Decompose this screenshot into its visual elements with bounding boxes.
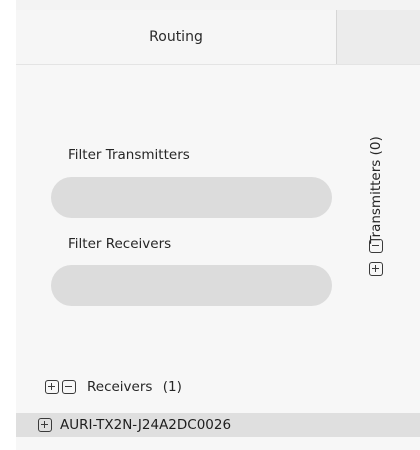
- receivers-label: Receivers: [87, 379, 153, 395]
- tab-bar: Routing: [16, 10, 420, 65]
- tab-routing-label: Routing: [149, 29, 203, 45]
- transmitters-collapse-icon[interactable]: [369, 239, 383, 253]
- transmitters-count: (0): [368, 136, 384, 156]
- receivers-count: (1): [162, 379, 182, 395]
- routing-panel: [16, 65, 420, 450]
- filter-transmitters-input[interactable]: [51, 177, 332, 218]
- tab-secondary[interactable]: [336, 10, 420, 64]
- routing-window: Routing Filter Transmitters Filter Recei…: [0, 0, 420, 450]
- tab-routing[interactable]: Routing: [16, 10, 336, 64]
- transmitters-expand-icon[interactable]: [369, 262, 383, 276]
- receivers-expand-all-icon[interactable]: [45, 380, 59, 394]
- receiver-row-expand-icon[interactable]: [38, 418, 52, 432]
- receivers-collapse-all-icon[interactable]: [62, 380, 76, 394]
- transmitters-label: Transmitters: [368, 159, 384, 244]
- filter-receivers-label: Filter Receivers: [68, 236, 172, 252]
- receivers-header: Receivers (1): [87, 379, 182, 395]
- transmitters-header: Transmitters (0): [366, 95, 386, 285]
- filter-receivers-input[interactable]: [51, 265, 332, 306]
- receiver-device-name: AURI-TX2N-J24A2DC0026: [60, 417, 232, 433]
- top-strip: [16, 0, 420, 10]
- filter-transmitters-label: Filter Transmitters: [68, 147, 190, 163]
- transmitters-header-text: Transmitters (0): [368, 136, 384, 243]
